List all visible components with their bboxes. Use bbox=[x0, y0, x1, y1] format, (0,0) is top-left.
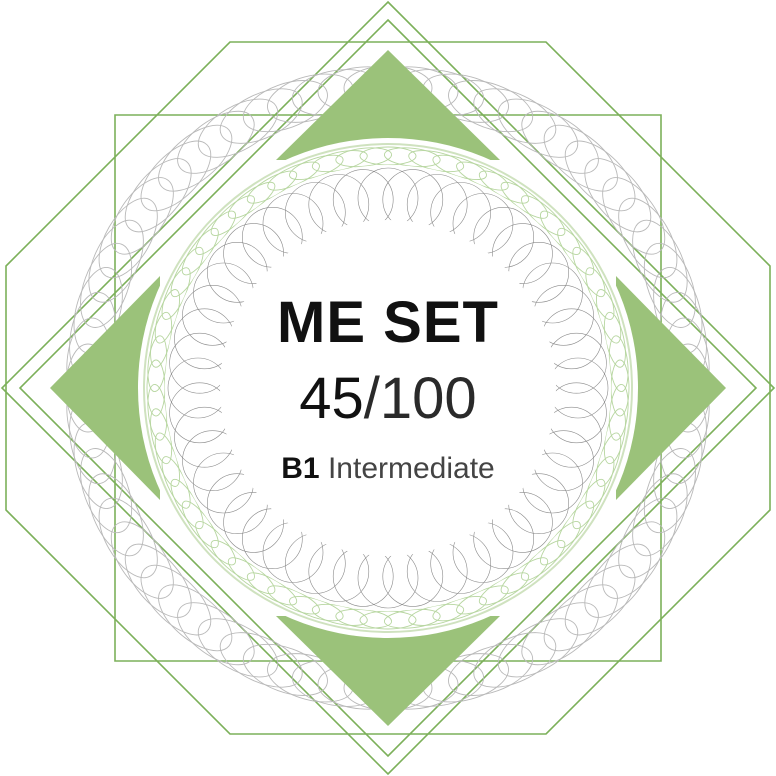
guilloche-loop bbox=[584, 543, 652, 618]
guilloche-loop bbox=[543, 124, 618, 192]
guilloche-loop bbox=[124, 158, 192, 233]
badge-title: ME SET bbox=[277, 290, 499, 355]
level-code: B1 bbox=[281, 452, 319, 485]
guilloche-loop bbox=[584, 158, 652, 233]
level-name: Intermediate bbox=[328, 452, 495, 485]
guilloche-loop bbox=[124, 543, 192, 618]
score-max: 100 bbox=[380, 366, 477, 431]
certificate-seal: ME SET 45/100 B1 Intermediate bbox=[0, 0, 776, 776]
guilloche-loop bbox=[158, 124, 233, 192]
score-value: 45 bbox=[299, 366, 364, 431]
guilloche-loop bbox=[543, 584, 618, 652]
score-separator: / bbox=[364, 366, 381, 431]
score-line: 45/100 bbox=[299, 366, 476, 431]
guilloche-loop bbox=[158, 584, 233, 652]
level-line: B1 Intermediate bbox=[281, 452, 494, 485]
